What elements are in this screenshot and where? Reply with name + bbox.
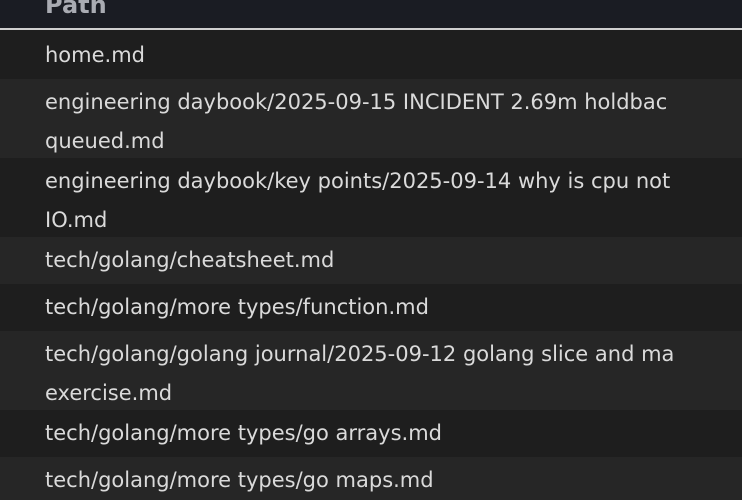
table-row[interactable]: engineering daybook/key points/2025-09-1… [0, 158, 742, 237]
path-cell: tech/golang/more types/go maps.md [45, 468, 434, 492]
table-row[interactable]: tech/golang/more types/function.md [0, 284, 742, 331]
path-cell: tech/golang/more types/function.md [45, 295, 429, 319]
table-row[interactable]: tech/golang/more types/go arrays.md [0, 410, 742, 457]
table-row[interactable]: engineering daybook/2025-09-15 INCIDENT … [0, 79, 742, 158]
table-row[interactable]: tech/golang/cheatsheet.md [0, 237, 742, 284]
path-cell-line-1: engineering daybook/2025-09-15 INCIDENT … [45, 90, 668, 114]
path-cell-line-1: engineering daybook/key points/2025-09-1… [45, 169, 671, 193]
path-cell-line-2: queued.md [45, 129, 165, 153]
path-cell: home.md [45, 43, 145, 67]
column-header-path[interactable]: Path [45, 0, 107, 20]
table-row[interactable]: tech/golang/more types/go maps.md [0, 457, 742, 500]
table-row[interactable]: tech/golang/golang journal/2025-09-12 go… [0, 331, 742, 410]
path-cell: tech/golang/cheatsheet.md [45, 248, 335, 272]
table-row[interactable]: home.md [0, 32, 742, 79]
path-cell: tech/golang/more types/go arrays.md [45, 421, 443, 445]
path-cell-line-1: tech/golang/golang journal/2025-09-12 go… [45, 342, 675, 366]
table-body: home.md engineering daybook/2025-09-15 I… [0, 32, 742, 500]
path-cell-line-2: IO.md [45, 208, 108, 232]
file-table-view: Path home.md engineering daybook/2025-09… [0, 0, 742, 500]
table-header: Path [0, 0, 742, 30]
path-cell-line-2: exercise.md [45, 381, 173, 405]
